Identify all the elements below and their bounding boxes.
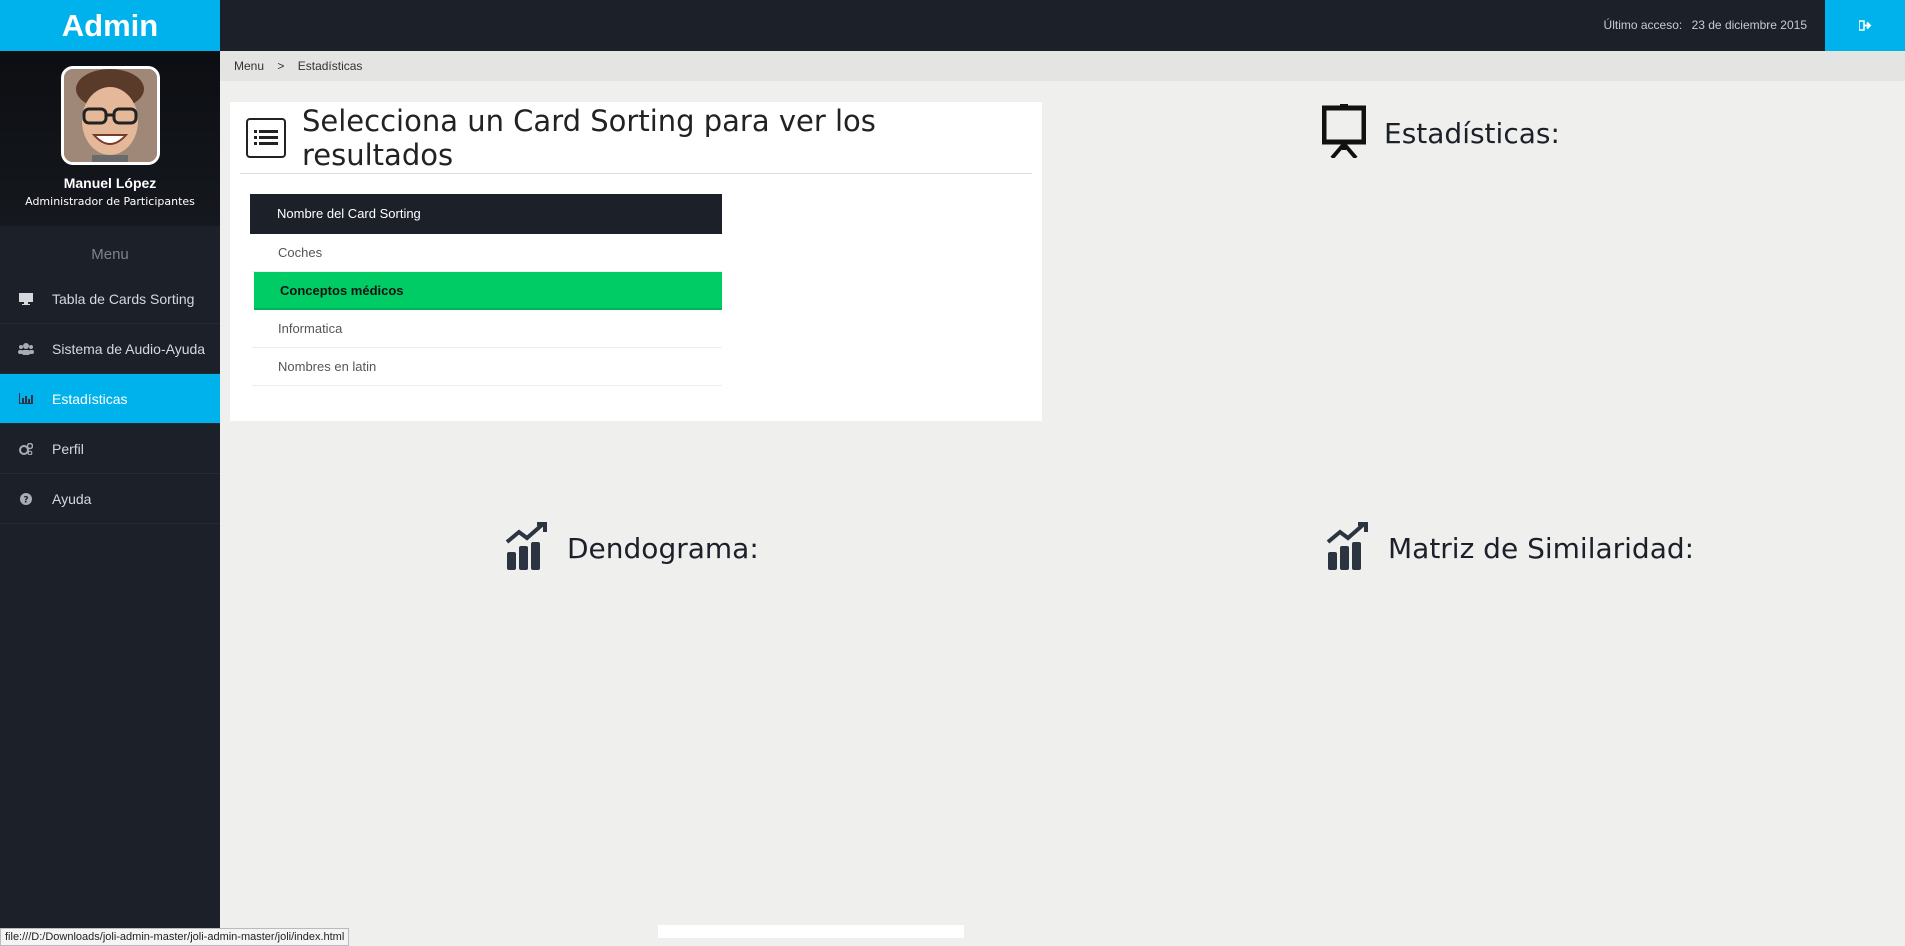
bottom-strip [658, 925, 964, 938]
panel-header: Selecciona un Card Sorting para ver los … [240, 102, 1032, 174]
sidebar-item-cards-sorting[interactable]: Tabla de Cards Sorting [0, 274, 220, 324]
svg-text:?: ? [23, 495, 28, 505]
cogs-icon [0, 442, 52, 455]
panel-title: Selecciona un Card Sorting para ver los … [302, 103, 876, 172]
sidebar: Admin Manuel López Administrador de Part… [0, 0, 220, 946]
table-row[interactable]: Informatica [252, 310, 722, 348]
dendogram-heading: Dendograma: [505, 522, 759, 575]
matrix-title: Matriz de Similaridad: [1388, 532, 1695, 565]
card-sorting-table: Nombre del Card Sorting Coches Conceptos… [250, 194, 722, 386]
breadcrumb-current: Estadísticas [297, 59, 363, 73]
bar-chart-icon [0, 393, 52, 404]
topbar: Último acceso: 23 de diciembre 2015 [220, 0, 1905, 51]
trend-chart-icon [1326, 522, 1370, 575]
profile-role: Administrador de Participantes [25, 195, 195, 208]
sidebar-item-audio-ayuda[interactable]: Sistema de Audio-Ayuda [0, 324, 220, 374]
status-bar: file:///D:/Downloads/joli-admin-master/j… [0, 928, 350, 946]
breadcrumb-root[interactable]: Menu [234, 59, 264, 73]
matrix-heading: Matriz de Similaridad: [1326, 522, 1694, 575]
sidebar-item-perfil[interactable]: Perfil [0, 424, 220, 474]
sidebar-item-label: Estadísticas [52, 390, 128, 407]
users-icon [0, 342, 52, 355]
last-access-date: 23 de diciembre 2015 [1691, 18, 1807, 32]
sidebar-item-label: Perfil [52, 440, 84, 457]
monitor-icon [0, 292, 52, 305]
sidebar-item-label: Sistema de Audio-Ayuda [52, 340, 206, 357]
sidebar-item-ayuda[interactable]: ? Ayuda [0, 474, 220, 524]
last-access-label: Último acceso: [1603, 18, 1683, 32]
profile-card: Manuel López Administrador de Participan… [0, 51, 220, 226]
brand-logo[interactable]: Admin [0, 0, 220, 51]
stats-title: Estadísticas: [1384, 117, 1560, 150]
card-sorting-panel: Selecciona un Card Sorting para ver los … [230, 102, 1042, 421]
breadcrumb-separator: > [277, 59, 285, 73]
sidebar-item-label: Tabla de Cards Sorting [52, 290, 195, 307]
sidebar-item-label: Ayuda [52, 490, 92, 507]
avatar[interactable] [60, 66, 160, 165]
question-icon: ? [0, 492, 52, 505]
trend-chart-icon [505, 522, 549, 575]
logout-button[interactable] [1825, 0, 1905, 51]
table-row-selected[interactable]: Conceptos médicos [254, 272, 722, 310]
stats-heading: Estadísticas: [1321, 104, 1560, 163]
dendogram-title: Dendograma: [567, 532, 759, 565]
list-icon [246, 117, 286, 158]
menu-title: Menu [91, 246, 129, 263]
table-header: Nombre del Card Sorting [250, 194, 722, 234]
profile-name: Manuel López [63, 175, 157, 191]
table-row[interactable]: Coches [252, 234, 722, 272]
sidebar-item-estadisticas[interactable]: Estadísticas [0, 374, 220, 424]
sign-out-icon [1857, 18, 1872, 34]
last-access: Último acceso: 23 de diciembre 2015 [1598, 0, 1807, 51]
table-row[interactable]: Nombres en latin [252, 348, 722, 386]
presentation-board-icon [1321, 104, 1367, 163]
breadcrumb: Menu > Estadísticas [220, 51, 1905, 81]
